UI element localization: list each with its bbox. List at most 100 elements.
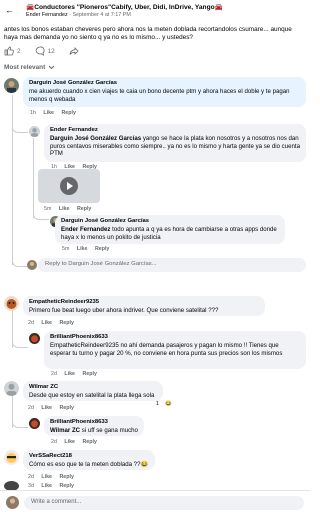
like-action[interactable]: 2: [4, 46, 21, 56]
comment-text: Cómo es eso que te la meten doblada ??😂: [29, 460, 149, 468]
like-link[interactable]: Like: [41, 405, 52, 411]
avatar[interactable]: [4, 296, 19, 311]
avatar[interactable]: [29, 126, 40, 137]
post-author-line: Ender Fernandez · September 4 at 7:17 PM: [26, 12, 131, 18]
comment-bubble: BrilliantPhoenix8633 Wilmar ZC si uff se…: [44, 416, 144, 436]
reply-link[interactable]: Reply: [95, 246, 109, 252]
reply-link[interactable]: Reply: [59, 474, 73, 480]
comment-author[interactable]: BrilliantPhoenix8633: [50, 334, 300, 342]
avatar[interactable]: [4, 381, 19, 396]
comment-time[interactable]: 2d: [51, 439, 57, 445]
like-link[interactable]: Like: [77, 246, 88, 252]
comment-time[interactable]: 1h: [30, 110, 36, 116]
comment-author[interactable]: VerSSaRect218: [29, 453, 149, 461]
comment-input[interactable]: Write a comment...: [24, 496, 304, 510]
reply-link[interactable]: Reply: [61, 110, 75, 116]
reply-input[interactable]: Reply to Darguin José González Garcías..…: [38, 258, 306, 272]
like-link[interactable]: Like: [64, 371, 75, 377]
dot-separator: ·: [69, 12, 71, 18]
comment-author[interactable]: Darguin José González Garcías: [29, 80, 300, 88]
back-arrow-icon[interactable]: ←: [5, 5, 14, 15]
comment-meta: 2d Like Reply: [28, 474, 80, 480]
comment-author[interactable]: Wilmar ZC: [29, 384, 157, 392]
thread-line: [12, 95, 13, 265]
comment-composer: Write a comment...: [0, 490, 310, 512]
mention-link[interactable]: Ender Fernandez: [61, 226, 110, 233]
play-icon[interactable]: [60, 177, 78, 195]
comment-bubble: VerSSaRect218 Cómo es eso que te la mete…: [23, 450, 155, 470]
reply-link[interactable]: Reply: [77, 206, 91, 212]
comment-time[interactable]: 3d: [28, 483, 34, 489]
post-date[interactable]: September 4 at 7:17 PM: [72, 12, 130, 18]
comment-meta: 3d Like Reply: [28, 483, 80, 489]
comment-meta: 5m Like Reply: [44, 206, 97, 212]
comment-bubble: Darguin José González Garcías me akuerdo…: [23, 77, 306, 107]
comment-text: EmpatheticReindeer9235 no ahí demanda pa…: [50, 341, 283, 357]
like-link[interactable]: Like: [41, 320, 52, 326]
comment-text: me akuerdo cuando x cien viajes te caia …: [29, 87, 290, 103]
mention-link[interactable]: Wilmar ZC: [50, 427, 80, 434]
comment-text: si uff se gana mucho: [81, 426, 138, 434]
mention-link[interactable]: Darguin José González Garcías: [50, 135, 141, 142]
like-link[interactable]: Like: [41, 483, 52, 489]
comment-author[interactable]: BrilliantPhoenix8633: [50, 419, 138, 427]
comment-meta: 2d Like Reply: [51, 439, 103, 445]
thread-connector: [12, 125, 28, 133]
comment-meta: 2d Like Reply: [28, 405, 80, 411]
thread-connector: [12, 259, 28, 267]
like-link[interactable]: Like: [59, 206, 70, 212]
comment-author[interactable]: Darguin José González Garcías: [61, 218, 279, 226]
reply-link[interactable]: Reply: [82, 371, 96, 377]
comment-time[interactable]: 5m: [44, 206, 51, 212]
comment-meta: 1h Like Reply: [30, 110, 82, 116]
reaction-summary[interactable]: 1 😂: [156, 401, 178, 407]
comment-time[interactable]: 2d: [28, 320, 34, 326]
comment-bubble: BrilliantPhoenix8633 EmpatheticReindeer9…: [44, 331, 306, 369]
like-link[interactable]: Like: [41, 474, 52, 480]
thread-line: [33, 138, 34, 218]
comment-text: Primero fue beat luego uber ahora indriv…: [29, 306, 219, 314]
reaction-count: 1: [156, 401, 159, 407]
comment-bubble: Wilmar ZC Desde que estoy en satelital l…: [23, 381, 163, 401]
chevron-down-icon: [48, 65, 55, 70]
reply-link[interactable]: Reply: [59, 483, 73, 489]
comment-time[interactable]: 2d: [28, 405, 34, 411]
comment-text: Desde que estoy en satelital la plata ll…: [29, 391, 155, 399]
thread-connector: [12, 420, 28, 428]
avatar[interactable]: [29, 418, 40, 429]
comment-author[interactable]: Ender Fernandez: [50, 127, 300, 135]
thread-connector: [12, 340, 28, 348]
comment-action[interactable]: 12: [35, 46, 55, 56]
comment-author[interactable]: EmpatheticReindeer9235: [29, 299, 259, 307]
post-text: antes los bonos estaban cheveres pero ah…: [4, 26, 292, 42]
comment-bubble: Darguin José González Garcías Ender Fern…: [55, 215, 285, 244]
avatar[interactable]: [4, 78, 19, 93]
avatar[interactable]: [4, 450, 19, 465]
comment-time[interactable]: 2d: [28, 474, 34, 480]
reply-link[interactable]: Reply: [82, 439, 96, 445]
sort-dropdown[interactable]: Most relevant: [4, 64, 55, 71]
thread-connector: [33, 212, 49, 220]
post-actions: 2 12: [4, 45, 89, 57]
share-icon: [69, 47, 79, 55]
comment-count: 12: [47, 47, 55, 55]
post-header: ← 🚘Conductores "Pioneros"Cabify, Uber, D…: [0, 0, 310, 72]
avatar[interactable]: [29, 333, 40, 344]
like-link[interactable]: Like: [43, 110, 54, 116]
comment-bubble: Ender Fernandez Darguin José González Ga…: [44, 124, 306, 162]
comment-time[interactable]: 2d: [51, 371, 57, 377]
share-action[interactable]: [69, 46, 79, 56]
reply-link[interactable]: Reply: [59, 320, 73, 326]
like-count: 2: [17, 47, 21, 55]
post-author[interactable]: Ender Fernandez: [26, 12, 68, 18]
reply-link[interactable]: Reply: [59, 405, 73, 411]
like-link[interactable]: Like: [64, 439, 75, 445]
comment-time[interactable]: 5m: [62, 246, 69, 252]
comment-bubble: EmpatheticReindeer9235 Primero fue beat …: [23, 296, 265, 316]
sort-label: Most relevant: [4, 64, 46, 71]
comment-meta: 2d Like Reply: [51, 371, 103, 377]
video-attachment[interactable]: [38, 169, 100, 203]
laugh-reaction-icon: 😂: [164, 401, 172, 407]
group-title[interactable]: 🚘Conductores "Pioneros"Cabify, Uber, Did…: [26, 3, 223, 11]
comment-icon: [35, 46, 45, 56]
